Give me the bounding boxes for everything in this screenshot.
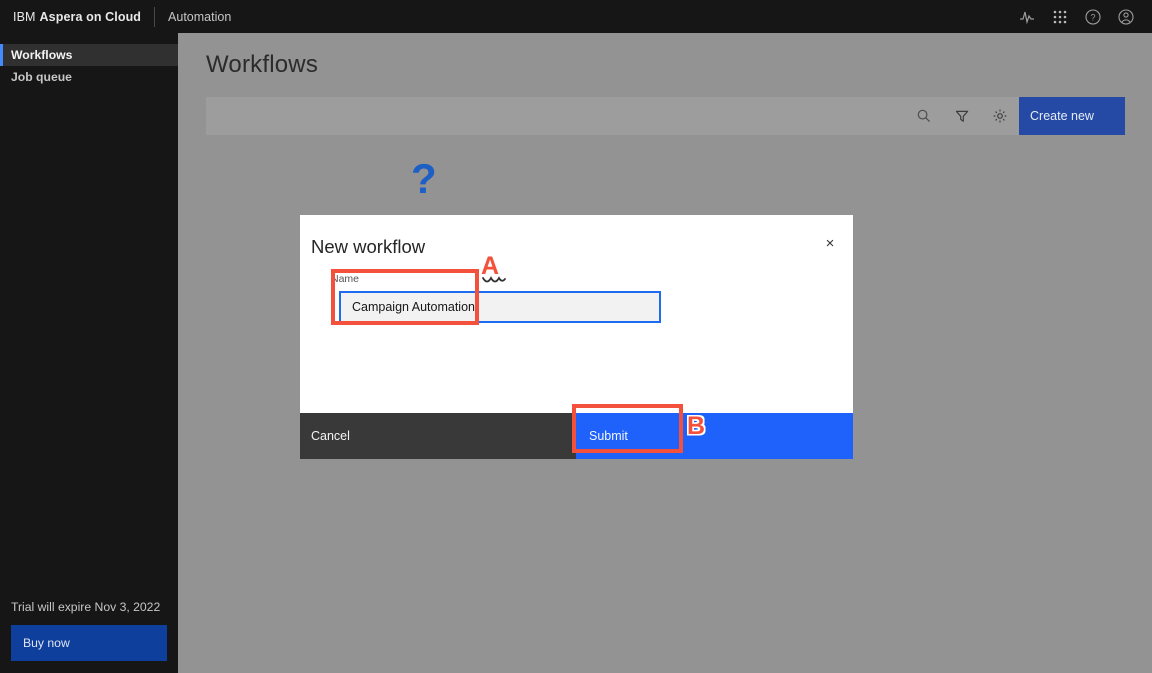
sidebar-item-job-queue[interactable]: Job queue: [0, 66, 178, 88]
account-icon[interactable]: [1109, 0, 1142, 33]
create-new-button[interactable]: Create new: [1019, 97, 1125, 135]
close-icon[interactable]: ×: [819, 232, 841, 254]
new-workflow-modal: New workflow × Name Cancel Submit: [300, 215, 853, 459]
cancel-button[interactable]: Cancel: [300, 413, 576, 459]
sidebar: Workflows Job queue Trial will expire No…: [0, 33, 178, 673]
app-switcher-icon[interactable]: [1043, 0, 1076, 33]
name-input[interactable]: [339, 291, 661, 323]
gear-icon[interactable]: [981, 97, 1019, 135]
buy-now-button[interactable]: Buy now: [11, 625, 167, 661]
app-root: IBM Aspera on Cloud Automation ? Workflo…: [0, 0, 1152, 673]
activity-icon[interactable]: [1010, 0, 1043, 33]
brand-product: Aspera on Cloud: [39, 9, 142, 24]
modal-body: New workflow × Name: [300, 215, 853, 413]
filter-icon[interactable]: [943, 97, 981, 135]
header-app-name: Automation: [168, 9, 232, 24]
name-field-group: Name: [331, 273, 661, 290]
global-header: IBM Aspera on Cloud Automation ?: [0, 0, 1152, 33]
question-mark-icon: ?: [411, 155, 437, 202]
name-field-label: Name: [331, 273, 360, 285]
workflows-toolbar: Create new: [206, 97, 1125, 135]
brand-ibm: IBM: [13, 9, 36, 24]
submit-button[interactable]: Submit: [576, 413, 853, 459]
sidebar-item-workflows[interactable]: Workflows: [0, 44, 178, 66]
search-icon[interactable]: [905, 97, 943, 135]
svg-text:?: ?: [1090, 12, 1095, 22]
header-divider: [154, 6, 156, 27]
page-title: Workflows: [206, 51, 319, 78]
header-actions: ?: [1010, 0, 1152, 33]
trial-section: Trial will expire Nov 3, 2022 Buy now: [0, 600, 178, 673]
help-icon[interactable]: ?: [1076, 0, 1109, 33]
modal-title: New workflow: [311, 236, 426, 257]
sidebar-item-label: Workflows: [11, 48, 73, 62]
modal-footer: Cancel Submit: [300, 413, 853, 459]
trial-expiry-text: Trial will expire Nov 3, 2022: [11, 600, 161, 614]
sidebar-item-label: Job queue: [11, 70, 72, 84]
brand[interactable]: IBM Aspera on Cloud: [0, 10, 141, 24]
